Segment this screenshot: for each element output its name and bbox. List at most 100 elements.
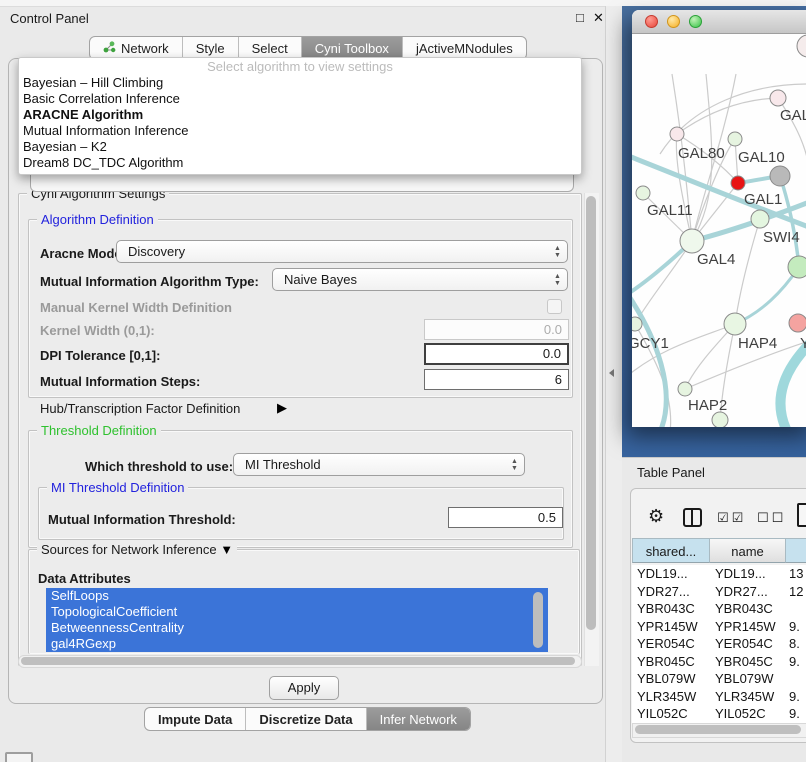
table-row[interactable]: YBL079WYBL079W [632, 670, 806, 688]
table-cell[interactable] [786, 600, 806, 618]
table-cell[interactable]: YIL052C [710, 705, 786, 723]
table-cell[interactable]: YDL19... [710, 565, 786, 583]
table-cell[interactable]: 8. [786, 635, 806, 653]
table-cell[interactable]: YPR145W [710, 618, 786, 636]
tab-select[interactable]: Select [238, 37, 301, 59]
table-cell[interactable]: YPR145W [632, 618, 710, 636]
table-cell[interactable]: YER054C [710, 635, 786, 653]
expander-right-icon[interactable]: ▶ [277, 400, 287, 416]
network-canvas[interactable]: GAL GAL80 GAL10 GAL1 GAL11 SWI4 GAL4 GCY… [632, 34, 806, 427]
mi-steps-field[interactable]: 6 [424, 369, 569, 390]
table-cell[interactable] [786, 670, 806, 688]
window-close-icon[interactable] [645, 15, 658, 28]
table-cell[interactable]: YBR043C [632, 600, 710, 618]
apply-button[interactable]: Apply [269, 676, 339, 700]
algorithm-item-selected[interactable]: ARACNE Algorithm [19, 107, 581, 123]
window-zoom-icon[interactable] [689, 15, 702, 28]
gear-icon[interactable]: ⚙ [648, 506, 664, 527]
hub-definition-expander-label[interactable]: Hub/Transcription Factor Definition [40, 401, 240, 416]
algorithm-item[interactable]: Bayesian – Hill Climbing [19, 75, 581, 91]
tab-cyni-toolbox[interactable]: Cyni Toolbox [301, 37, 402, 59]
node[interactable] [797, 35, 806, 57]
node-red-selected[interactable] [731, 176, 745, 190]
table-row[interactable]: YPR145WYPR145W9. [632, 618, 806, 636]
expander-down-icon[interactable]: ▼ [220, 542, 233, 557]
node-gcy1[interactable] [632, 317, 642, 331]
table-row[interactable]: YDR27...YDR27...12 [632, 583, 806, 601]
network-window-titlebar[interactable] [632, 10, 806, 34]
table-cell[interactable]: YLR345W [632, 688, 710, 706]
table-cell[interactable]: YDL19... [632, 565, 710, 583]
node-gal10[interactable] [728, 132, 742, 146]
attribute-item[interactable]: SelfLoops [46, 588, 548, 604]
attribute-list-scrollbar-thumb[interactable] [533, 592, 543, 648]
dpi-tolerance-field[interactable]: 0.0 [424, 343, 569, 365]
node-gal1[interactable] [751, 210, 769, 228]
table-cell[interactable]: 9. [786, 618, 806, 636]
node-gal4[interactable] [680, 229, 704, 253]
node-pink[interactable] [789, 314, 806, 332]
column-header-shared-name[interactable]: shared... [632, 538, 710, 563]
panel-splitter[interactable] [605, 6, 623, 762]
table-cell[interactable]: YLR345W [710, 688, 786, 706]
algorithm-item[interactable]: Bayesian – K2 [19, 139, 581, 155]
tab-style[interactable]: Style [182, 37, 238, 59]
tab-jactivemnodules[interactable]: jActiveMNodules [402, 37, 526, 59]
table-cell[interactable]: YBL079W [632, 670, 710, 688]
table-cell[interactable]: YBL079W [710, 670, 786, 688]
checked-columns-icon[interactable]: ☑☑ [717, 510, 746, 526]
window-minimize-icon[interactable] [667, 15, 680, 28]
manual-kernel-checkbox[interactable] [547, 299, 562, 314]
node-hap2[interactable] [678, 382, 692, 396]
table-cell[interactable]: YIL052C [632, 705, 710, 723]
mi-threshold-field[interactable]: 0.5 [448, 507, 563, 528]
float-window-icon[interactable]: □ [576, 10, 584, 25]
node-swi4[interactable] [788, 256, 806, 278]
aracne-mode-combo[interactable]: Discovery ▲▼ [116, 240, 568, 263]
table-hscrollbar-thumb[interactable] [635, 725, 801, 734]
node[interactable] [712, 412, 728, 427]
algorithm-item[interactable]: Basic Correlation Inference [19, 91, 581, 107]
attribute-item[interactable]: gal4RGexp [46, 636, 548, 652]
algorithm-item[interactable]: Mutual Information Inference [19, 123, 581, 139]
column-header-name[interactable]: name [710, 538, 786, 563]
unchecked-columns-icon[interactable]: ☐☐ [757, 510, 786, 526]
node-gray[interactable] [770, 166, 790, 186]
tab-discretize-data[interactable]: Discretize Data [245, 708, 365, 730]
mi-type-combo[interactable]: Naive Bayes ▲▼ [272, 268, 568, 291]
table-cell[interactable]: YBR045C [710, 653, 786, 671]
tab-network[interactable]: Network [90, 37, 182, 59]
table-cell[interactable]: 12 [786, 583, 806, 601]
kernel-width-field[interactable]: 0.0 [424, 319, 569, 340]
attribute-item[interactable]: TopologicalCoefficient [46, 604, 548, 620]
node-gal11[interactable] [636, 186, 650, 200]
table-cell[interactable]: YDR27... [710, 583, 786, 601]
tab-infer-network[interactable]: Infer Network [366, 708, 470, 730]
table-cell[interactable]: YER054C [632, 635, 710, 653]
node-gal80[interactable] [670, 127, 684, 141]
table-row[interactable]: YBR045CYBR045C9. [632, 653, 806, 671]
attribute-item[interactable]: BetweennessCentrality [46, 620, 548, 636]
table-cell[interactable]: 13 [786, 565, 806, 583]
minimized-panel-icon[interactable] [5, 752, 33, 762]
column-header-partial[interactable] [786, 538, 806, 563]
document-icon[interactable] [797, 503, 806, 527]
node[interactable] [770, 90, 786, 106]
tab-impute-data[interactable]: Impute Data [145, 708, 245, 730]
close-icon[interactable]: ✕ [593, 10, 604, 26]
table-row[interactable]: YDL19...YDL19...13 [632, 565, 806, 583]
which-threshold-combo[interactable]: MI Threshold ▲▼ [233, 453, 525, 476]
network-selector-combo-partial[interactable] [30, 174, 574, 192]
table-row[interactable]: YLR345WYLR345W9. [632, 688, 806, 706]
table-row[interactable]: YBR043CYBR043C [632, 600, 806, 618]
vertical-scrollbar-thumb[interactable] [586, 196, 596, 630]
column-layout-icon[interactable] [683, 508, 702, 527]
table-cell[interactable]: 9. [786, 688, 806, 706]
table-cell[interactable]: 9. [786, 705, 806, 723]
table-cell[interactable]: YBR045C [632, 653, 710, 671]
table-cell[interactable]: YBR043C [710, 600, 786, 618]
splitter-collapse-icon[interactable] [609, 369, 614, 377]
table-cell[interactable]: 9. [786, 653, 806, 671]
node-hap4[interactable] [724, 313, 746, 335]
horizontal-scrollbar-thumb[interactable] [21, 657, 575, 665]
